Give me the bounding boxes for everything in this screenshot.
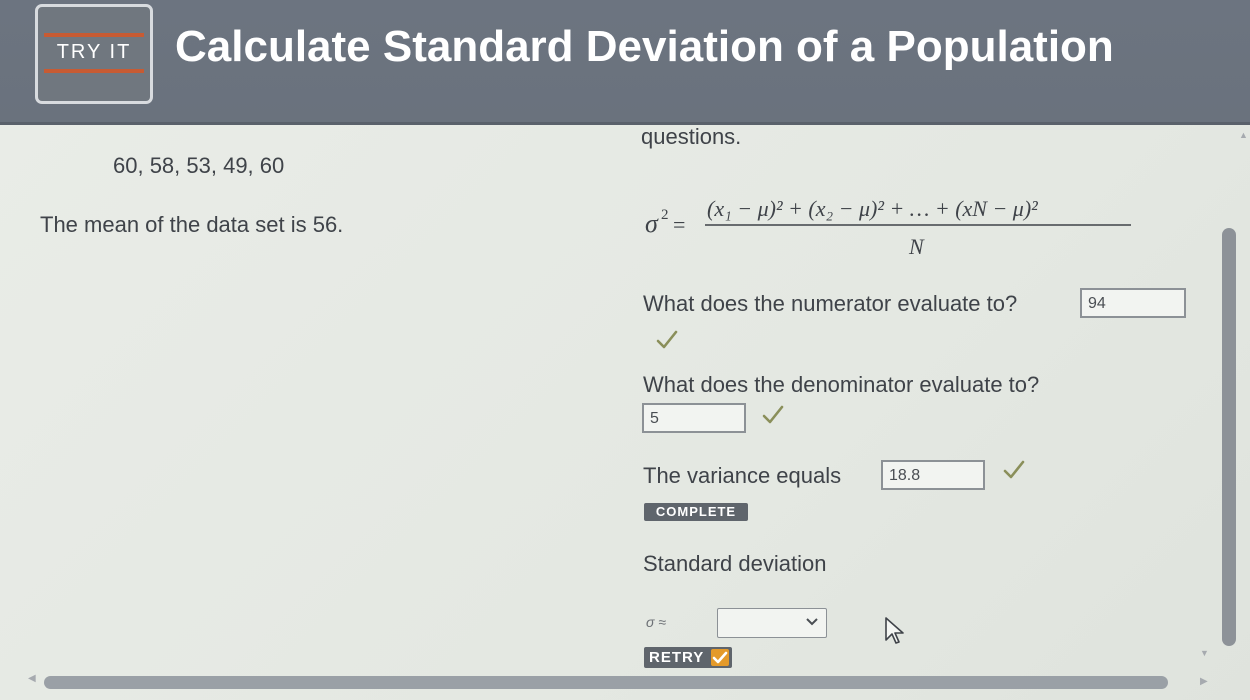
variance-formula: σ 2 = (x₁ − μ)² + (x₂ − μ)² + … + (xN − … xyxy=(645,196,1131,259)
check-icon xyxy=(762,405,784,424)
check-icon xyxy=(656,330,678,349)
check-icon xyxy=(712,651,728,664)
logo-stripe xyxy=(44,69,144,73)
header-bar: TRY IT Calculate Standard Deviation of a… xyxy=(0,0,1250,125)
denominator-input[interactable]: 5 xyxy=(642,403,746,433)
retry-label: RETRY xyxy=(649,649,705,666)
mean-statement: The mean of the data set is 56. xyxy=(40,212,344,237)
questions-label: questions. xyxy=(641,124,742,149)
mouse-pointer-icon xyxy=(885,617,904,644)
scroll-right-arrow-icon[interactable]: ▶ xyxy=(1200,676,1208,687)
retry-button[interactable]: RETRY xyxy=(644,647,733,668)
vertical-scrollbar[interactable] xyxy=(1222,228,1236,646)
numerator-input[interactable]: 94 xyxy=(1080,288,1186,318)
sigma-approx-label: σ ≈ xyxy=(646,614,667,630)
scroll-left-arrow-icon[interactable]: ◀ xyxy=(28,673,36,684)
horizontal-scrollbar[interactable] xyxy=(44,676,1168,689)
formula-numerator: (x₁ − μ)² + (x₂ − μ)² + … + (xN − μ)² xyxy=(707,196,1038,221)
variance-input[interactable]: 18.8 xyxy=(881,460,985,490)
chevron-down-icon xyxy=(806,618,818,626)
check-icon xyxy=(1003,460,1025,479)
data-set-values: 60, 58, 53, 49, 60 xyxy=(113,153,285,178)
complete-badge: COMPLETE xyxy=(644,503,748,521)
try-it-logo: TRY IT xyxy=(35,4,153,104)
numerator-question: What does the numerator evaluate to? xyxy=(643,291,1018,316)
formula-denominator: N xyxy=(908,234,925,259)
formula-lhs-power: 2 xyxy=(661,207,669,223)
page-title: Calculate Standard Deviation of a Popula… xyxy=(175,22,1114,71)
logo-stripe xyxy=(44,33,144,37)
check-icon xyxy=(711,649,730,666)
denominator-question: What does the denominator evaluate to? xyxy=(643,372,1040,397)
scroll-up-arrow-icon[interactable]: ▲ xyxy=(1239,130,1248,140)
formula-equals: = xyxy=(673,212,685,237)
logo-text: TRY IT xyxy=(56,41,132,63)
variance-question: The variance equals xyxy=(643,463,842,488)
std-dev-question: Standard deviation xyxy=(643,551,827,576)
formula-lhs: σ xyxy=(645,209,659,238)
std-dev-select[interactable] xyxy=(717,608,827,638)
scroll-down-arrow-icon[interactable]: ▼ xyxy=(1200,648,1209,658)
